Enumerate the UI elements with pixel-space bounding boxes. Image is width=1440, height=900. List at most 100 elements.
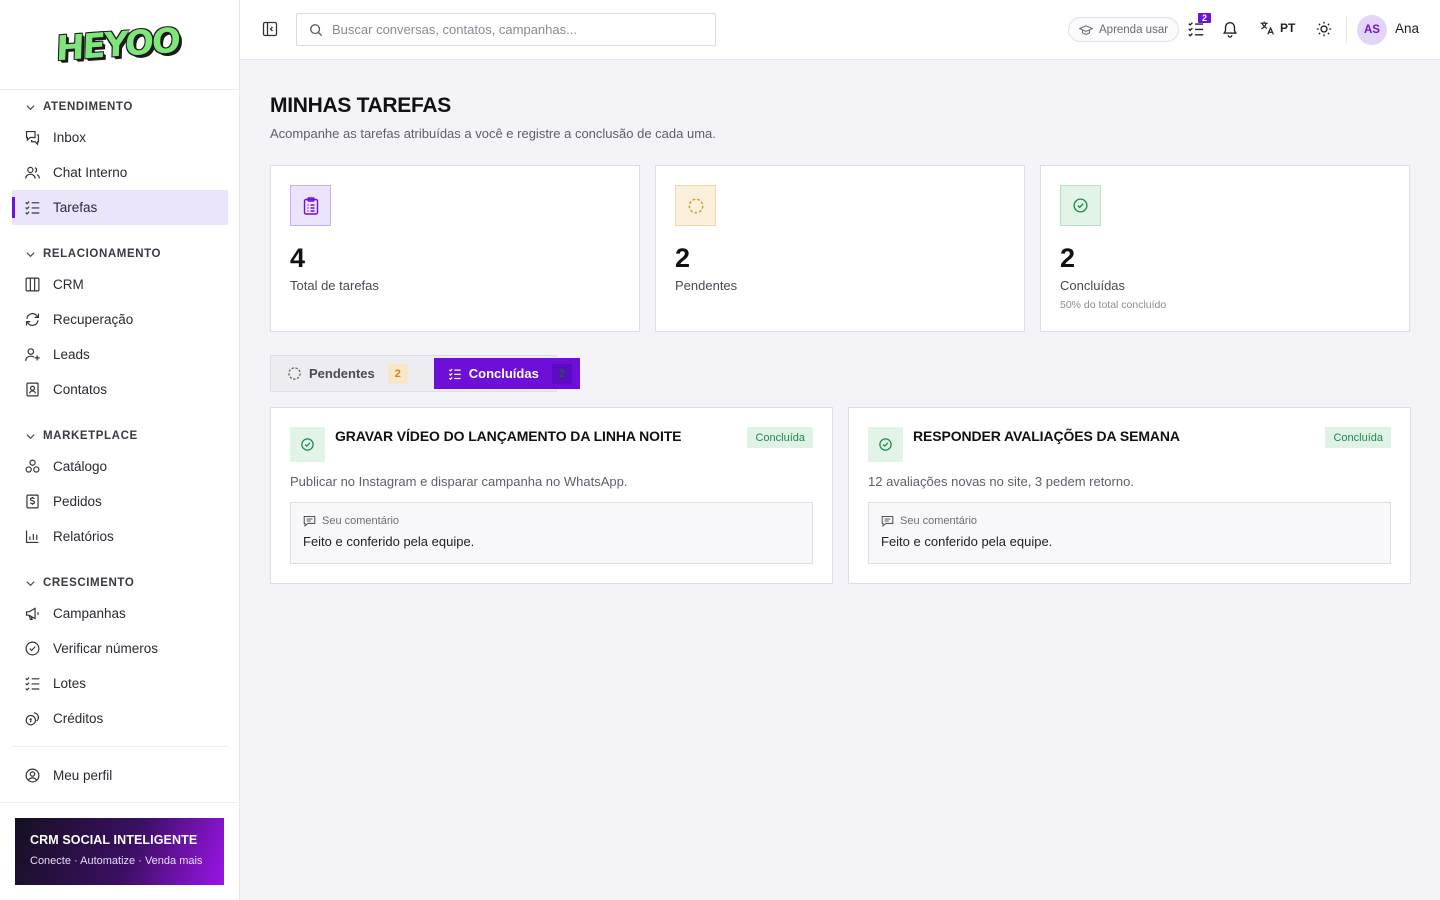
stat-card-concluidas: 2 Concluídas 50% do total concluído xyxy=(1040,165,1410,332)
sidebar-item-relatorios[interactable]: Relatórios xyxy=(12,519,228,554)
sidebar-item-crm[interactable]: CRM xyxy=(12,267,228,302)
sidebar-item-lotes[interactable]: Lotes xyxy=(12,666,228,701)
sidebar-item-meu-perfil[interactable]: Meu perfil xyxy=(12,758,228,793)
comment-text: Feito e conferido pela equipe. xyxy=(303,534,475,549)
sidebar-item-campanhas[interactable]: Campanhas xyxy=(12,596,228,631)
stat-card-pendentes: 2 Pendentes xyxy=(655,165,1025,332)
check-circle-icon xyxy=(25,641,40,656)
check-circle-icon xyxy=(301,438,314,451)
logo-area: HEYOO xyxy=(0,0,239,90)
sidebar-item-label: Campanhas xyxy=(53,606,126,621)
sidebar-collapse-icon[interactable] xyxy=(262,21,278,37)
avatar[interactable]: AS xyxy=(1357,15,1387,45)
comment-label: Seu comentário xyxy=(900,515,978,527)
task-icon-box xyxy=(868,427,903,462)
inbox-icon xyxy=(25,130,40,146)
tab-count: 2 xyxy=(387,363,408,384)
comment-icon xyxy=(303,516,316,527)
learn-button[interactable]: Aprenda usar xyxy=(1068,17,1180,42)
section-crescimento[interactable]: CRESCIMENTO xyxy=(12,570,228,596)
loader-dashed-icon xyxy=(288,367,301,380)
sun-icon[interactable] xyxy=(1315,20,1333,38)
sidebar-item-label: Catálogo xyxy=(53,459,108,474)
section-atendimento[interactable]: ATENDIMENTO xyxy=(12,94,228,120)
sidebar-item-contatos[interactable]: Contatos xyxy=(12,372,228,407)
chevron-down-icon xyxy=(26,104,35,110)
stat-label: Total de tarefas xyxy=(290,278,379,293)
tasks-icon xyxy=(25,201,40,215)
search-input[interactable] xyxy=(332,22,692,37)
comment-label: Seu comentário xyxy=(322,515,400,527)
catalog-icon xyxy=(25,459,40,473)
comment-icon xyxy=(881,516,894,527)
stat-hint: 50% do total concluído xyxy=(1060,299,1167,311)
sidebar-item-label: Pedidos xyxy=(53,494,102,509)
check-circle-icon xyxy=(1073,198,1088,213)
task-comment-box: Seu comentário Feito e conferido pela eq… xyxy=(290,502,813,564)
sidebar-item-label: Verificar números xyxy=(53,641,159,656)
username[interactable]: Ana xyxy=(1395,21,1419,36)
sidebar-item-label: Inbox xyxy=(53,130,87,145)
search-icon xyxy=(310,23,323,36)
sidebar-item-label: Tarefas xyxy=(53,200,98,215)
stat-icon-box xyxy=(290,185,331,226)
stat-icon-box xyxy=(675,185,716,226)
stat-label: Pendentes xyxy=(675,278,738,293)
sidebar-item-recuperacao[interactable]: Recuperação xyxy=(12,302,228,337)
section-title-label: ATENDIMENTO xyxy=(43,101,133,113)
sidebar-item-label: Chat Interno xyxy=(53,165,128,180)
task-card[interactable]: GRAVAR VÍDEO DO LANÇAMENTO DA LINHA NOIT… xyxy=(270,407,833,584)
promo-title: CRM SOCIAL INTELIGENTE xyxy=(30,833,198,847)
user-plus-icon xyxy=(25,348,40,361)
sidebar: HEYOO ATENDIMENTO Inbox Chat Interno Tar… xyxy=(0,0,240,900)
chart-icon xyxy=(25,530,39,544)
search-box[interactable] xyxy=(296,13,716,46)
sidebar-item-leads[interactable]: Leads xyxy=(12,337,228,372)
sidebar-nav: ATENDIMENTO Inbox Chat Interno Tarefas R… xyxy=(12,90,228,793)
sidebar-item-label: Relatórios xyxy=(53,529,114,544)
sidebar-item-verificar-numeros[interactable]: Verificar números xyxy=(12,631,228,666)
tab-label: Concluídas xyxy=(468,366,539,381)
graduation-cap-icon xyxy=(1079,24,1093,35)
task-comment-box: Seu comentário Feito e conferido pela eq… xyxy=(868,502,1391,564)
tab-count: 2 xyxy=(551,363,572,384)
sidebar-item-tarefas[interactable]: Tarefas xyxy=(12,190,228,225)
tab-concluidas[interactable]: Concluídas 2 xyxy=(433,358,580,389)
kanban-icon xyxy=(25,277,40,292)
section-relacionamento[interactable]: RELACIONAMENTO xyxy=(12,241,228,267)
sidebar-item-inbox[interactable]: Inbox xyxy=(12,120,228,155)
bell-icon[interactable] xyxy=(1221,20,1239,38)
section-title-label: RELACIONAMENTO xyxy=(43,248,162,260)
status-badge: Concluída xyxy=(1325,427,1391,448)
promo-subtitle: Conecte · Automatize · Venda mais xyxy=(30,855,203,867)
page-title: MINHAS TAREFAS xyxy=(270,94,451,117)
page-subtitle: Acompanhe as tarefas atribuídas a você e… xyxy=(270,126,716,141)
user-circle-icon xyxy=(25,768,40,783)
translate-icon xyxy=(1260,21,1274,35)
status-badge: Concluída xyxy=(747,427,813,448)
sidebar-item-label: Meu perfil xyxy=(53,768,113,783)
stat-label: Concluídas xyxy=(1060,278,1126,293)
task-card[interactable]: RESPONDER AVALIAÇÕES DA SEMANA Concluída… xyxy=(848,407,1411,584)
sidebar-item-label: CRM xyxy=(53,277,84,292)
language-switch[interactable]: PT xyxy=(1259,20,1295,36)
users-icon xyxy=(25,166,40,179)
learn-button-label: Aprenda usar xyxy=(1099,23,1169,36)
chevron-down-icon xyxy=(26,433,35,439)
list-check-icon xyxy=(25,677,40,691)
sidebar-item-creditos[interactable]: Créditos xyxy=(12,701,228,736)
tab-pendentes[interactable]: Pendentes 2 xyxy=(273,358,420,389)
loader-dashed-icon xyxy=(688,198,703,213)
topbar: Aprenda usar 2 PT AS Ana xyxy=(240,0,1440,60)
section-title-label: CRESCIMENTO xyxy=(43,577,135,589)
promo-banner[interactable]: CRM SOCIAL INTELIGENTE Conecte · Automat… xyxy=(15,818,224,885)
sidebar-item-catalogo[interactable]: Catálogo xyxy=(12,449,228,484)
tab-label: Pendentes xyxy=(309,366,375,381)
brand-logo[interactable]: HEYOO xyxy=(55,20,179,69)
sidebar-item-pedidos[interactable]: Pedidos xyxy=(12,484,228,519)
sidebar-item-chat-interno[interactable]: Chat Interno xyxy=(12,155,228,190)
section-marketplace[interactable]: MARKETPLACE xyxy=(12,423,228,449)
section-title-label: MARKETPLACE xyxy=(43,430,138,442)
tasks-badge: 2 xyxy=(1198,13,1212,23)
sidebar-item-label: Créditos xyxy=(53,711,104,726)
